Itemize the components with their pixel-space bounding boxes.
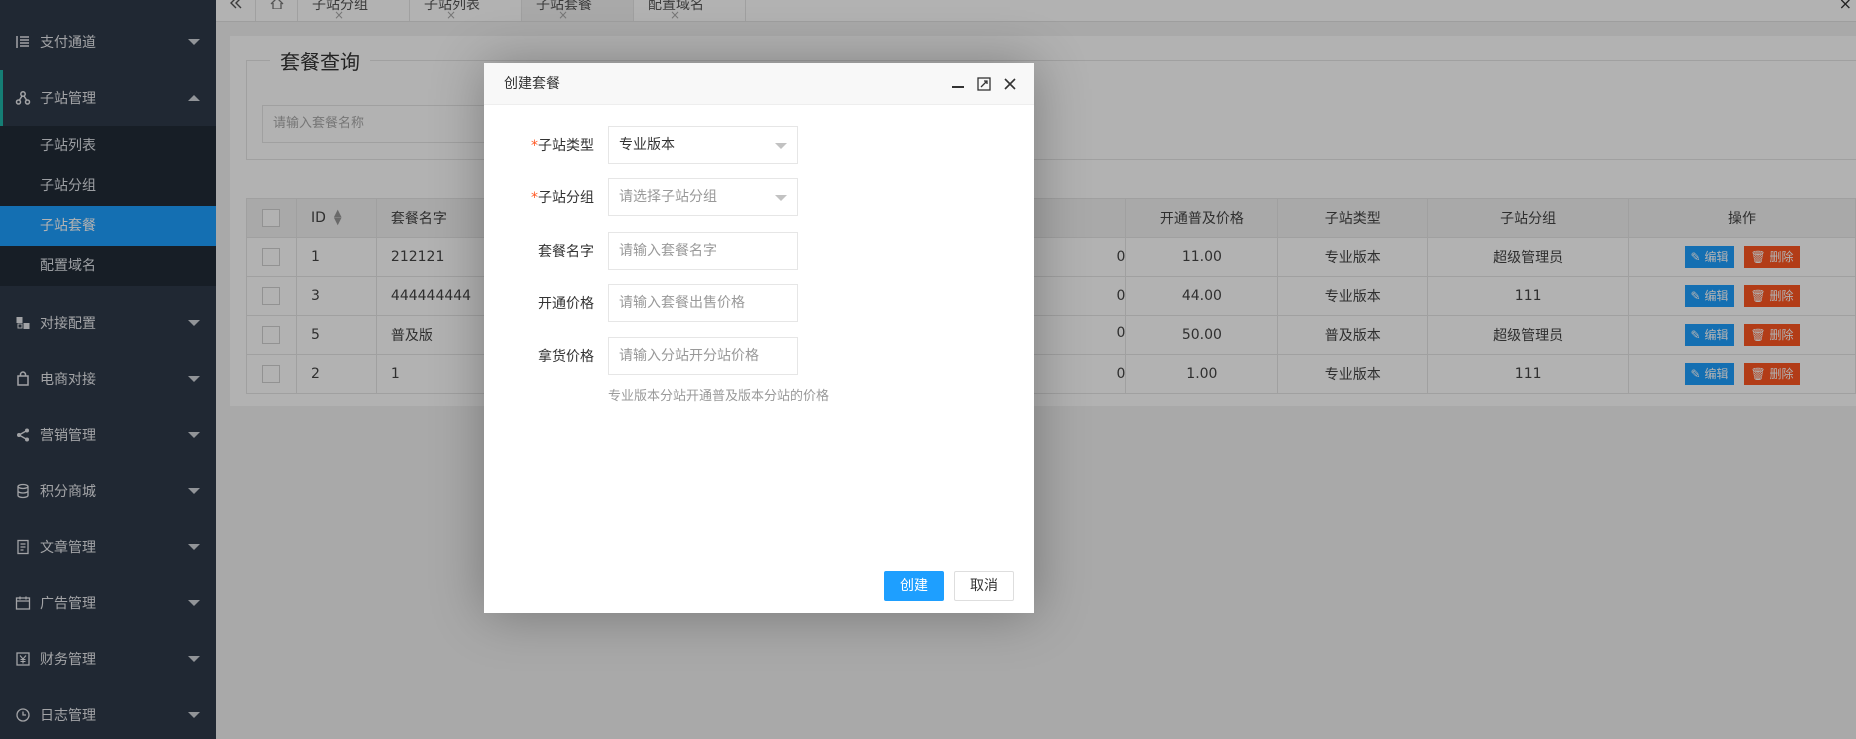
site-type-select[interactable]: 专业版本 — [608, 126, 798, 164]
site-group-label: *子站分组 — [531, 190, 594, 206]
package-name-label: 套餐名字 — [538, 244, 594, 260]
open-price-input[interactable]: 请输入套餐出售价格 — [608, 284, 798, 322]
package-name-input[interactable]: 请输入套餐名字 — [608, 232, 798, 270]
form-row-package-name: 套餐名字 请输入套餐名字 — [484, 232, 1034, 272]
maximize-icon[interactable] — [974, 63, 994, 105]
dialog-header: 创建套餐 — [484, 63, 1034, 105]
close-icon[interactable] — [1000, 63, 1020, 105]
supply-price-label: 拿货价格 — [538, 349, 594, 365]
supply-price-hint: 专业版本分站开通普及版本分站的价格 — [608, 389, 830, 404]
dialog-title: 创建套餐 — [504, 76, 560, 92]
form-row-supply-price: 拿货价格 请输入分站开分站价格 — [484, 337, 1034, 377]
cancel-button[interactable]: 取消 — [954, 571, 1014, 601]
site-type-label: *子站类型 — [531, 138, 594, 154]
supply-price-input[interactable]: 请输入分站开分站价格 — [608, 337, 798, 375]
form-row-open-price: 开通价格 请输入套餐出售价格 — [484, 284, 1034, 324]
create-button[interactable]: 创建 — [884, 571, 944, 601]
open-price-label: 开通价格 — [538, 296, 594, 312]
minimize-icon[interactable] — [948, 63, 968, 105]
chevron-down-icon — [775, 143, 787, 149]
form-row-site-type: *子站类型 专业版本 — [484, 126, 1034, 166]
chevron-down-icon — [775, 195, 787, 201]
create-package-dialog: 创建套餐 *子站类型 专业版本 *子站分组 请选择子站分组 套餐名字 请输入套餐… — [484, 63, 1034, 613]
form-row-site-group: *子站分组 请选择子站分组 — [484, 178, 1034, 218]
site-group-select[interactable]: 请选择子站分组 — [608, 178, 798, 216]
